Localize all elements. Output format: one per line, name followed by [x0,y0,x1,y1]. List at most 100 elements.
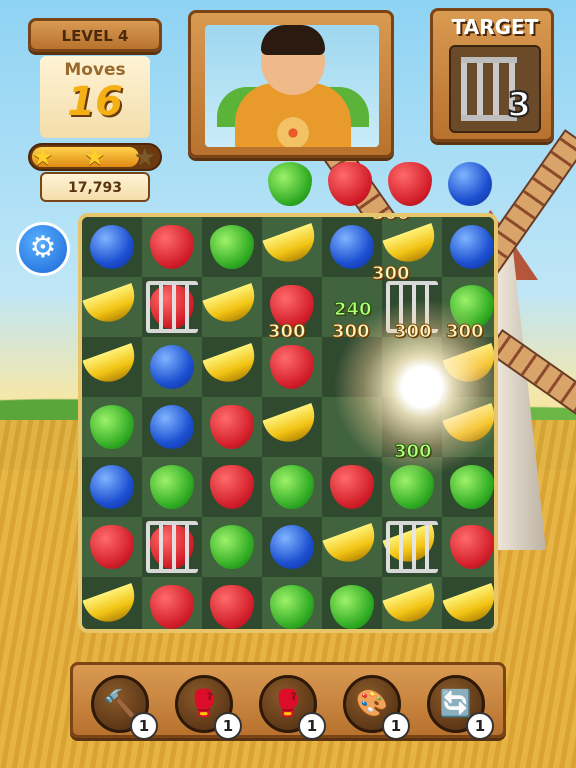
board-cell[interactable] [442,217,494,277]
pear-icon [150,465,194,509]
swap-booster-button[interactable]: 🔄 1 [427,675,494,740]
pear-icon [90,405,134,449]
board-cell[interactable] [142,277,202,337]
board-cell[interactable] [202,517,262,577]
score-popup: 240 [334,299,373,321]
booster-count-badge: 1 [214,712,242,740]
board-cell[interactable] [262,337,322,397]
strawberry-icon [150,585,194,629]
board-cell[interactable] [322,577,382,629]
target-panel: TARGET 3 [430,8,554,142]
banana-icon [262,403,322,449]
strawberry-icon [210,465,254,509]
board-cell[interactable] [322,517,382,577]
score-display: 17,793 [40,172,150,202]
board-cell[interactable] [142,457,202,517]
star-icon: ★ [84,143,106,171]
star-icon: ★ [134,143,156,171]
glove-double-booster-button[interactable]: 🥊 1 [259,675,326,740]
banana-icon [442,583,494,629]
blueberry-icon [150,345,194,389]
blueberry-icon [330,225,374,269]
blueberry-icon [450,225,494,269]
board-cell[interactable] [262,457,322,517]
score-popup: 300 [446,321,485,343]
cage-icon [146,521,198,573]
settings-button[interactable]: ⚙ [16,222,70,276]
moves-box: Moves 16 [40,56,150,138]
strawberry-icon [210,585,254,629]
board-cell[interactable] [142,397,202,457]
board-cell[interactable] [142,337,202,397]
board-cell[interactable] [262,577,322,629]
score-popup: 300 [332,321,371,343]
board-cell[interactable] [382,517,442,577]
board-cell[interactable] [82,337,142,397]
score-popup: 300 [372,263,411,285]
score-popup: 300 [394,441,433,463]
score-popup: 300 [372,213,411,225]
board-cell[interactable] [262,397,322,457]
cage-icon [386,521,438,573]
board-cell[interactable] [82,457,142,517]
target-box: 3 [449,45,541,133]
blueberry-icon [448,162,492,206]
board-cell[interactable] [142,577,202,629]
board-cell[interactable] [82,577,142,629]
glove-booster-button[interactable]: 🥊 1 [175,675,242,740]
booster-count-badge: 1 [298,712,326,740]
gear-icon: ⚙ [29,230,57,265]
strawberry-icon [450,525,494,569]
board-cell[interactable] [142,217,202,277]
board-cell[interactable] [82,217,142,277]
board-cell[interactable] [382,577,442,629]
banana-icon [262,223,322,269]
strawberry-icon [388,162,432,206]
blueberry-icon [270,525,314,569]
color-wheel-booster-button[interactable]: 🎨 1 [343,675,410,740]
incoming-fruits [260,162,500,206]
booster-count-badge: 1 [382,712,410,740]
booster-count-badge: 1 [130,712,158,740]
board-cell[interactable] [262,517,322,577]
board-cell[interactable] [202,277,262,337]
board-cell[interactable] [202,577,262,629]
target-count: 3 [506,84,532,126]
board-cell[interactable] [202,337,262,397]
board-cell[interactable] [442,577,494,629]
board-cell[interactable] [82,277,142,337]
booster-bar: 🔨 1 🥊 1 🥊 1 🎨 1 🔄 1 [70,662,506,740]
game-board: 300 300 240 300 300 300 300 300 [78,213,498,633]
score-popup: 300 [394,321,433,343]
board-cell[interactable] [442,517,494,577]
board-cell[interactable] [202,457,262,517]
board-cell[interactable] [142,517,202,577]
character-portrait [188,10,394,158]
strawberry-icon [210,405,254,449]
board-cell[interactable] [82,517,142,577]
banana-icon [202,283,262,329]
strawberry-icon [270,345,314,389]
banana-icon [82,283,142,329]
character-image [205,25,379,147]
character-hair [261,25,325,55]
strawberry-icon [150,225,194,269]
pear-icon [268,162,312,206]
board-cell[interactable] [262,217,322,277]
moves-value: 16 [67,79,123,125]
star-icon: ★ [32,143,54,171]
board-cell[interactable] [202,217,262,277]
pear-icon [270,585,314,629]
level-panel: LEVEL 4 Moves 16 [28,8,162,158]
target-label: TARGET [451,15,539,39]
cage-icon [146,281,198,333]
blueberry-icon [90,465,134,509]
pear-icon [270,465,314,509]
board-cell[interactable] [202,397,262,457]
blueberry-icon [90,225,134,269]
hammer-booster-button[interactable]: 🔨 1 [91,675,158,740]
blueberry-icon [150,405,194,449]
banana-icon [202,343,262,389]
board-cell[interactable] [82,397,142,457]
banana-icon [82,583,142,629]
